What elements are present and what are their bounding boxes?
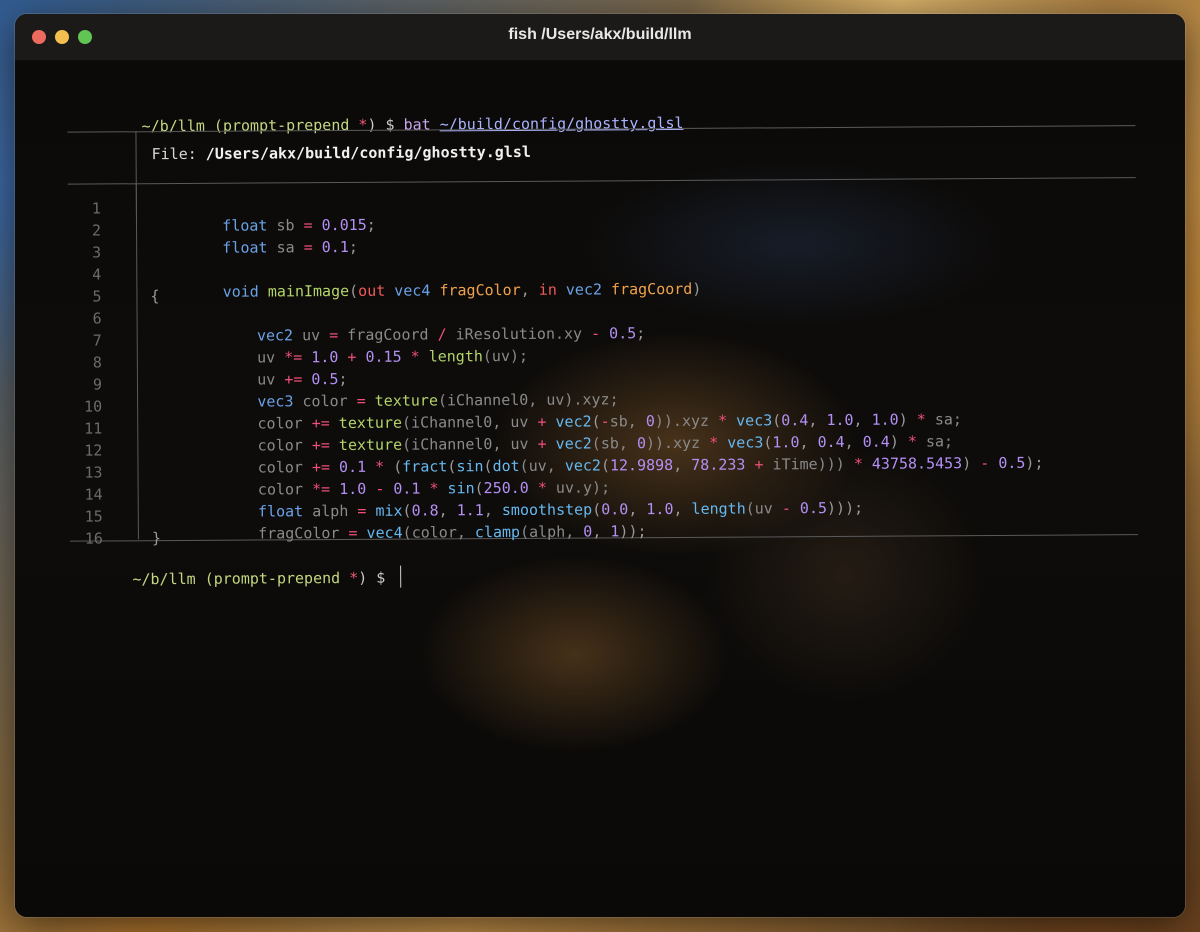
token: fragColor xyxy=(258,523,349,543)
token: (alph, xyxy=(519,522,584,541)
token: , xyxy=(520,280,539,299)
line-number: 6 xyxy=(92,309,102,328)
file-path: /Users/akx/build/config/ghostty.glsl xyxy=(205,142,531,163)
terminal-window: fish /Users/akx/build/llm ~/b/llm (promp… xyxy=(15,14,1185,917)
token: float xyxy=(222,238,268,257)
token: 1 xyxy=(610,522,620,541)
token: iTime))) xyxy=(763,454,854,474)
token: 1.0 xyxy=(646,499,674,519)
line-number: 1 xyxy=(91,199,101,218)
token: mainImage xyxy=(267,281,350,301)
token: ); xyxy=(1025,453,1044,472)
token: length xyxy=(691,499,746,518)
token: ( xyxy=(349,281,359,300)
token: - xyxy=(980,454,990,473)
line-number: 10 xyxy=(84,397,103,416)
terminal-content[interactable]: ~/b/llm (prompt-prepend *) $ bat ~/build… xyxy=(15,60,1185,917)
line-number: 2 xyxy=(91,221,102,240)
token: , xyxy=(673,499,692,518)
active-prompt-line[interactable]: ~/b/llm (prompt-prepend *) $ xyxy=(60,548,402,608)
token: * xyxy=(410,347,420,366)
token: ; xyxy=(366,215,376,234)
line-number: 15 xyxy=(84,507,103,526)
prompt-symbol: ) $ xyxy=(367,115,404,134)
token: , xyxy=(673,455,692,474)
line-number: 12 xyxy=(84,441,103,460)
token: + xyxy=(754,455,764,474)
token: , xyxy=(592,522,611,541)
token: ; xyxy=(636,324,646,343)
prompt-dirty-marker: * xyxy=(349,568,359,587)
line-number: 11 xyxy=(84,419,103,438)
token: ) xyxy=(692,279,702,298)
line-number: 5 xyxy=(92,287,102,306)
text-cursor xyxy=(400,565,402,588)
token: 43758.5453 xyxy=(871,454,963,473)
code-line-5: { xyxy=(150,287,160,306)
token: ; xyxy=(348,237,358,256)
token: sa xyxy=(267,238,304,257)
token: (color, xyxy=(402,523,475,542)
bat-header-rule xyxy=(67,177,1136,185)
file-label: File: xyxy=(151,144,206,164)
token: )); xyxy=(619,522,647,541)
bat-file-header: File: /Users/akx/build/config/ghostty.gl… xyxy=(152,143,531,163)
prompt-branch: (prompt-prepend xyxy=(204,115,359,135)
token: out xyxy=(358,281,386,300)
token: vec2 xyxy=(565,280,603,299)
token: void xyxy=(222,282,259,301)
command-argument-link[interactable]: ~/build/config/ghostty.glsl xyxy=(440,114,684,133)
token: - xyxy=(781,499,791,518)
token: = xyxy=(303,238,313,257)
code-line-16: } xyxy=(151,529,162,548)
token: 0.15 xyxy=(365,347,402,366)
line-number: 14 xyxy=(84,485,103,504)
token: (uv xyxy=(745,499,782,518)
line-number: 7 xyxy=(92,331,102,350)
prompt-symbol: ) $ xyxy=(358,568,395,587)
command-name: bat xyxy=(403,115,431,134)
line-number: 8 xyxy=(92,353,102,372)
token: vec4 xyxy=(394,281,431,300)
token: 0.5 xyxy=(998,453,1026,473)
token: ) xyxy=(962,454,981,473)
prompt-branch: (prompt-prepend xyxy=(195,568,350,588)
token: ))); xyxy=(826,498,864,518)
token: 0.5 xyxy=(799,499,828,518)
token: 12.9898 xyxy=(609,455,674,475)
line-number: 3 xyxy=(92,243,102,262)
token: 0.5 xyxy=(609,324,637,343)
token: fragCoord xyxy=(610,279,693,299)
line-number: 13 xyxy=(84,463,103,482)
token: clamp xyxy=(474,522,521,542)
prompt-path: ~/b/llm xyxy=(141,116,205,136)
token: fragColor xyxy=(439,280,521,300)
token: 78.233 xyxy=(691,455,746,474)
line-number: 16 xyxy=(84,529,103,548)
token: in xyxy=(538,280,557,299)
bat-gutter-divider xyxy=(135,183,139,540)
token: (uv); xyxy=(482,346,529,366)
prompt-path: ~/b/llm xyxy=(132,569,196,589)
token: length xyxy=(428,347,483,366)
token: vec4 xyxy=(366,523,403,542)
token: = xyxy=(348,523,358,542)
line-number: 4 xyxy=(92,265,102,284)
prompt-dirty-marker: * xyxy=(358,115,368,134)
window-title: fish /Users/akx/build/llm xyxy=(508,26,692,43)
token: + xyxy=(347,347,357,366)
line-number: 9 xyxy=(92,375,103,394)
token: 0.1 xyxy=(321,237,349,257)
